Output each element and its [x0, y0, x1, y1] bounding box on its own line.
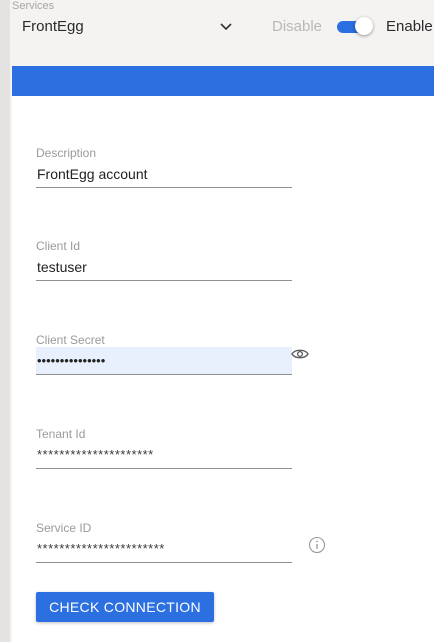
services-dropdown[interactable]: FrontEgg [12, 14, 234, 40]
chevron-down-icon [220, 23, 232, 31]
panel-header-bar [12, 66, 434, 96]
enable-label: Enable [386, 18, 433, 35]
service-settings-page: Services FrontEgg Disable Enable Descrip… [0, 0, 434, 642]
services-label: Services [12, 0, 55, 12]
service-id-info-button[interactable] [308, 536, 326, 554]
check-connection-button[interactable]: CHECK CONNECTION [36, 592, 214, 622]
tenant-id-label: Tenant Id [36, 427, 86, 441]
description-label: Description [36, 146, 97, 160]
service-id-label: Service ID [36, 521, 92, 535]
description-input[interactable] [36, 160, 292, 188]
tenant-id-input[interactable] [36, 441, 292, 469]
client-secret-input[interactable] [36, 347, 292, 375]
info-icon [308, 536, 326, 554]
switch-knob[interactable] [355, 17, 373, 35]
client-id-label: Client Id [36, 239, 81, 253]
disable-label: Disable [272, 18, 323, 35]
service-toolbar: Services FrontEgg Disable Enable [0, 0, 434, 66]
show-secret-button[interactable] [290, 346, 310, 362]
client-id-input[interactable] [36, 253, 292, 281]
left-edge-strip [0, 0, 10, 642]
services-selected-value: FrontEgg [22, 18, 84, 35]
eye-icon [291, 349, 309, 359]
service-id-input[interactable] [36, 535, 292, 563]
enable-switch[interactable] [337, 17, 373, 35]
service-config-panel: Description Client Id Client Secret Tena… [12, 66, 434, 642]
enable-toggle-group: Disable Enable [272, 14, 434, 40]
client-secret-label: Client Secret [36, 333, 105, 347]
